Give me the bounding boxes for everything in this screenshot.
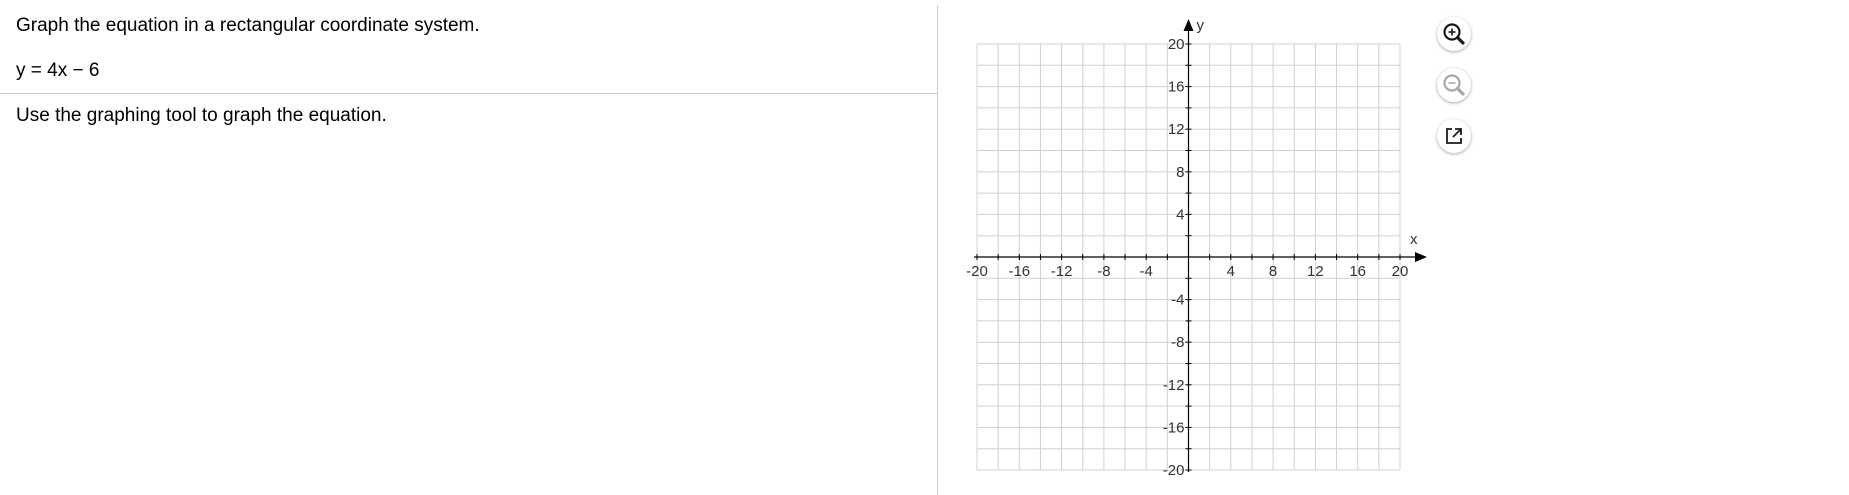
y-axis-arrow xyxy=(1183,19,1194,31)
popout-button[interactable] xyxy=(1437,119,1471,153)
zoom-in-icon xyxy=(1443,23,1465,45)
x-tick-label: -4 xyxy=(1140,263,1153,280)
y-tick-label: 12 xyxy=(1168,121,1185,138)
x-tick-label: -20 xyxy=(966,263,988,280)
y-axis-label: y xyxy=(1197,17,1205,34)
popout-icon xyxy=(1446,128,1462,144)
y-tick-label: -4 xyxy=(1171,292,1184,309)
x-tick-label: 8 xyxy=(1269,263,1277,280)
y-tick-label: 16 xyxy=(1168,79,1185,96)
y-tick-label: -16 xyxy=(1163,419,1185,436)
y-tick-label: -12 xyxy=(1163,377,1185,394)
x-tick-label: -8 xyxy=(1097,263,1110,280)
x-tick-label: -16 xyxy=(1008,263,1030,280)
y-tick-label: -20 xyxy=(1163,462,1185,479)
y-tick-label: 8 xyxy=(1176,164,1184,181)
y-tick-label: 4 xyxy=(1176,206,1184,223)
x-tick-label: -12 xyxy=(1051,263,1073,280)
coordinate-graph[interactable]: -20 -16 -12 -8 -4 4 8 12 16 20 20 16 12 8 4 -4 -8 -12 -16 -… xyxy=(0,0,1849,495)
x-axis-label: x xyxy=(1410,231,1418,248)
y-tick-label: 20 xyxy=(1168,36,1185,53)
x-tick-label: 12 xyxy=(1307,263,1324,280)
y-tick-label: -8 xyxy=(1171,334,1184,351)
x-axis-arrow xyxy=(1415,252,1427,262)
zoom-out-button[interactable] xyxy=(1437,68,1471,102)
zoom-in-button[interactable] xyxy=(1437,17,1471,51)
zoom-out-icon xyxy=(1443,74,1465,96)
x-tick-label: 4 xyxy=(1227,263,1235,280)
x-tick-label: 16 xyxy=(1349,263,1366,280)
x-tick-label: 20 xyxy=(1392,263,1409,280)
